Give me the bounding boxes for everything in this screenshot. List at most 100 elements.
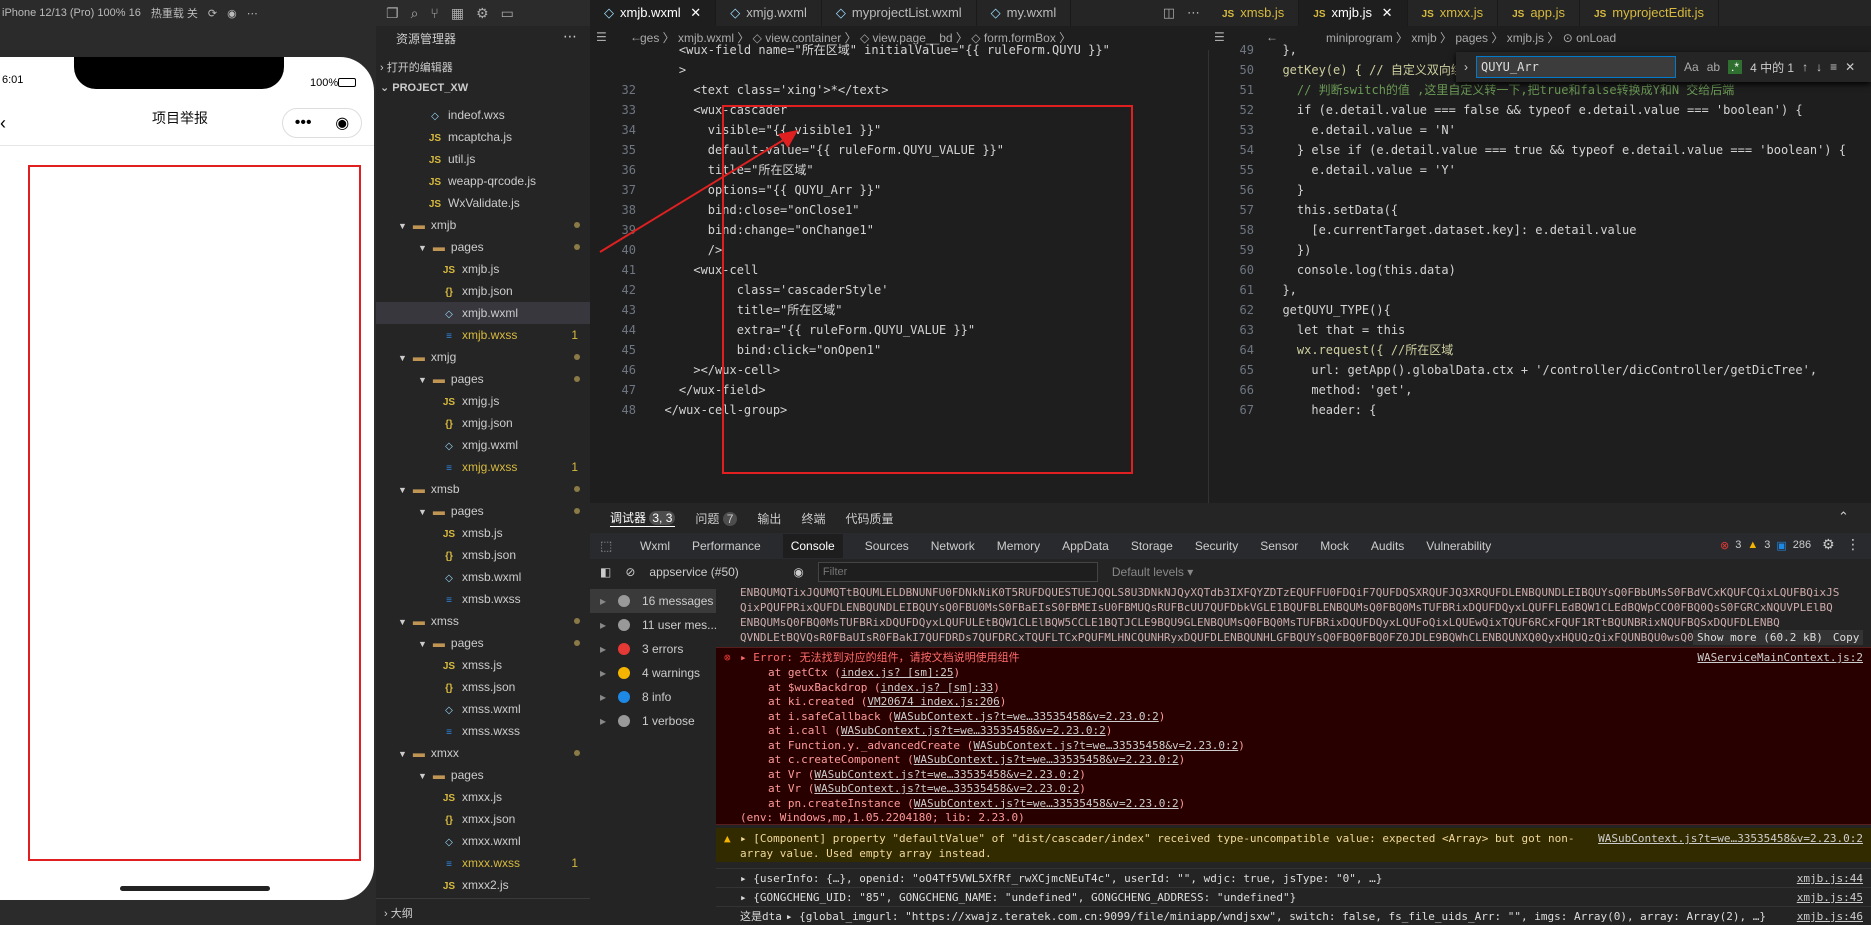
code-line[interactable]: 56 } (1208, 180, 1305, 200)
code-line[interactable]: 63 let that = this (1208, 320, 1406, 340)
sidebar-toggle-icon[interactable]: ◧ (600, 565, 611, 579)
file-item[interactable]: JS xmjg.js (376, 390, 590, 412)
error-source-link[interactable]: WAServiceMainContext.js:2 (1697, 650, 1863, 665)
source-control-icon[interactable]: ⑂ (430, 5, 438, 21)
console-filter-item[interactable]: ▸ 3 errors (590, 637, 716, 661)
breadcrumb-right[interactable]: miniprogram 〉 xmjb 〉 pages 〉 xmjb.js 〉 ⊙… (1208, 26, 1871, 50)
file-item[interactable]: ≡ xmjg.wxss 1 (376, 456, 590, 478)
folder-item[interactable]: ▼ ▬ pages (376, 368, 590, 390)
tab-myprojectEdit-js[interactable]: JS myprojectEdit.js (1580, 0, 1720, 26)
code-line[interactable]: <wux-field name="所在区域" initialValue="{{ … (590, 40, 1110, 60)
folder-item[interactable]: ▼ ▬ xmsb (376, 478, 590, 500)
stack-link[interactable]: WASubContext.js?t=we…33535458&v=2.23.0:2 (841, 724, 1106, 737)
code-line[interactable]: 32 <text class='xing'>*</text> (590, 80, 889, 100)
folder-item[interactable]: ▼ ▬ xmjb (376, 214, 590, 236)
file-item[interactable]: JS mcaptcha.js (376, 126, 590, 148)
open-editors-section[interactable]: › 打开的编辑器 (380, 59, 453, 75)
code-line[interactable]: 50 getKey(e) { // 自定义双向绑定 (1208, 60, 1475, 80)
tab-terminal[interactable]: 终端 (801, 510, 825, 527)
clear-console-icon[interactable]: ⊘ (625, 565, 635, 579)
devtools-tab-performance[interactable]: Performance (692, 539, 761, 553)
folder-item[interactable]: ▼ ▬ xmjg (376, 346, 590, 368)
close-miniprogram-icon[interactable]: ◉ (335, 113, 349, 133)
log-source-link[interactable]: xmjb.js:46 (1797, 909, 1863, 924)
search-icon[interactable]: ⌕ (411, 5, 419, 22)
code-line[interactable]: 51 // 判断switch的值 ,这里自定义转一下,把true和false转换… (1208, 80, 1735, 100)
code-line[interactable]: 64 wx.request({ //所在区域 (1208, 340, 1454, 360)
devtools-tab-memory[interactable]: Memory (997, 539, 1040, 553)
folder-item[interactable]: ▼ ▬ xmxx (376, 742, 590, 764)
panel-collapse-icon[interactable]: ⌃ (1838, 509, 1849, 525)
file-item[interactable]: ◇ xmjb.wxml (376, 302, 590, 324)
log-source-link[interactable]: xmjb.js:44 (1797, 871, 1863, 886)
stack-link[interactable]: WASubContext.js?t=we…33535458&v=2.23.0:2 (914, 797, 1179, 810)
console-filter-item[interactable]: ▸ 11 user mes... (590, 613, 716, 637)
tab-output[interactable]: 输出 (757, 510, 781, 527)
close-icon[interactable]: ✕ (690, 5, 701, 20)
folder-item[interactable]: ▼ ▬ pages (376, 236, 590, 258)
devtools-counts[interactable]: ⊗ 3 ▲ 3 ▣ 286 (1720, 539, 1811, 552)
devtools-tab-storage[interactable]: Storage (1131, 539, 1173, 553)
file-item[interactable]: JS xmss.js (376, 654, 590, 676)
code-line[interactable]: 59 }) (1208, 240, 1312, 260)
tab-xmjg-wxml[interactable]: ◇ xmjg.wxml (716, 0, 822, 26)
file-item[interactable]: JS xmxx.js (376, 786, 590, 808)
file-item[interactable]: JS xmsb.js (376, 522, 590, 544)
file-item[interactable]: ≡ xmss.wxss (376, 720, 590, 742)
folder-item[interactable]: ▼ ▬ xmss (376, 610, 590, 632)
outline-section[interactable]: › 大纲 (376, 898, 590, 925)
hot-reload-toggle[interactable]: 热重载 关 (151, 5, 198, 21)
devtools-tab-sources[interactable]: Sources (865, 539, 909, 553)
files-icon[interactable]: ❐ (386, 5, 399, 22)
eye-icon[interactable]: ◉ (793, 565, 803, 579)
code-line[interactable]: 60 console.log(this.data) (1208, 260, 1456, 280)
stop-icon[interactable]: ◉ (227, 7, 237, 20)
tab-problems[interactable]: 问题 7 (695, 510, 738, 527)
file-item[interactable]: JS xmjb.js (376, 258, 590, 280)
devtools-tab-network[interactable]: Network (931, 539, 975, 553)
console-filter-item[interactable]: ▸ 16 messages (590, 589, 716, 613)
file-item[interactable]: {} xmsb.json (376, 544, 590, 566)
code-line[interactable]: 49 }, (1208, 40, 1297, 60)
code-line[interactable]: 55 e.detail.value = 'Y' (1208, 160, 1456, 180)
tab-xmxx-js[interactable]: JS xmxx.js (1408, 0, 1499, 26)
stack-link[interactable]: WASubContext.js?t=we…33535458&v=2.23.0:2 (814, 782, 1079, 795)
file-item[interactable]: {} xmjb.json (376, 280, 590, 302)
code-line[interactable]: 66 method: 'get', (1208, 380, 1413, 400)
devtools-tab-mock[interactable]: Mock (1320, 539, 1349, 553)
next-match-icon[interactable]: ↓ (1816, 60, 1822, 74)
tab-my-wxml[interactable]: ◇ my.wxml (977, 0, 1072, 26)
file-item[interactable]: ◇ xmxx.wxml (376, 830, 590, 852)
tab-myprojectList-wxml[interactable]: ◇ myprojectList.wxml (822, 0, 977, 26)
devtools-tab-sensor[interactable]: Sensor (1260, 539, 1298, 553)
devtools-tab-vulnerability[interactable]: Vulnerability (1426, 539, 1491, 553)
folder-item[interactable]: ▼ ▬ pages (376, 500, 590, 522)
split-editor-icon[interactable]: ◫ (1163, 5, 1175, 21)
show-more-button[interactable]: Show more (60.2 kB) (1697, 630, 1823, 645)
tab-code-quality[interactable]: 代码质量 (845, 510, 893, 527)
stack-link[interactable]: index.js? [sm]:25 (841, 666, 954, 679)
devtools-tab-audits[interactable]: Audits (1371, 539, 1404, 553)
devtools-tab-wxml[interactable]: Wxml (640, 539, 670, 553)
devtools-tab-security[interactable]: Security (1195, 539, 1238, 553)
code-line[interactable]: 52 if (e.detail.value === false && typeo… (1208, 100, 1803, 120)
explorer-more-icon[interactable]: ⋯ (563, 28, 577, 45)
console-filter-item[interactable]: ▸ 4 warnings (590, 661, 716, 685)
whole-word-icon[interactable]: ab (1707, 60, 1720, 74)
inspect-icon[interactable]: ⬚ (600, 538, 612, 554)
close-icon[interactable]: ✕ (1382, 5, 1393, 20)
warning-source-link[interactable]: WASubContext.js?t=we…33535458&v=2.23.0:2 (1598, 831, 1863, 846)
menu-dots-icon[interactable]: ••• (295, 114, 312, 132)
file-item[interactable]: JS util.js (376, 148, 590, 170)
tab-xmjb-js[interactable]: JS xmjb.js ✕ (1299, 0, 1408, 26)
extensions-icon[interactable]: ▦ (451, 5, 464, 22)
code-line[interactable]: 67 header: { (1208, 400, 1377, 420)
folder-item[interactable]: ▼ ▬ pages (376, 764, 590, 786)
debug-icon[interactable]: ⚙ (476, 5, 489, 22)
file-item[interactable]: ◇ xmss.wxml (376, 698, 590, 720)
code-line[interactable]: > (590, 60, 686, 80)
more-icon[interactable]: ⋯ (247, 7, 258, 20)
file-item[interactable]: JS weapp-qrcode.js (376, 170, 590, 192)
code-line[interactable]: 53 e.detail.value = 'N' (1208, 120, 1456, 140)
file-item[interactable]: ◇ xmjg.wxml (376, 434, 590, 456)
